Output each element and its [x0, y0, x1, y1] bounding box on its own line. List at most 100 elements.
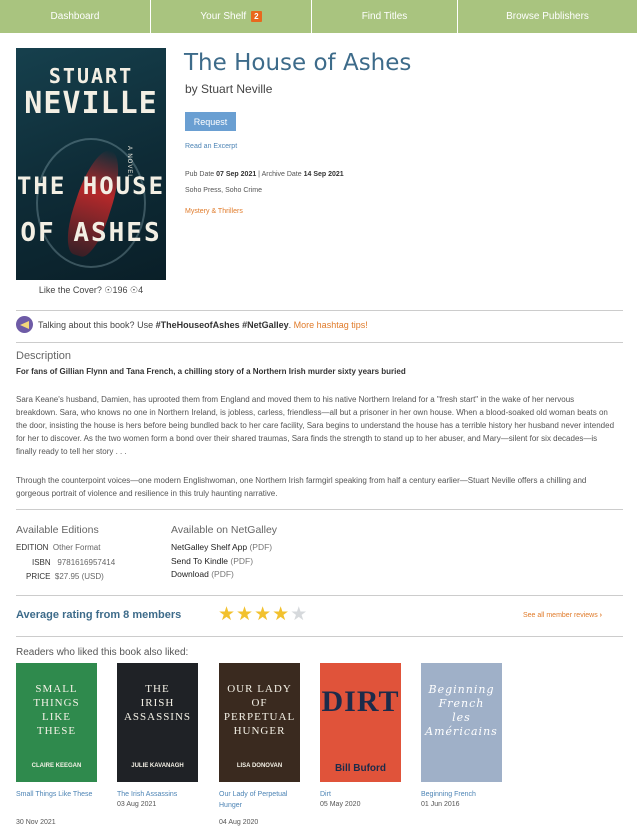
- read-excerpt-link[interactable]: Read an Excerpt: [185, 143, 237, 150]
- isbn-row: ISBN 9781616957414: [32, 558, 115, 567]
- recommended-book-date: 01 Jun 2016: [421, 801, 460, 808]
- description-tagline: For fans of Gillian Flynn and Tana Frenc…: [16, 367, 406, 376]
- star-icon: ★: [254, 604, 272, 625]
- cover-author-first: STUART: [48, 64, 134, 88]
- divider: [16, 509, 623, 510]
- likes-down-count: 4: [138, 285, 144, 295]
- publisher-name: Soho Press, Soho Crime: [185, 187, 263, 194]
- kindle-format: (PDF): [230, 556, 254, 566]
- nav-find-titles-label: Find Titles: [361, 11, 408, 22]
- price-label: PRICE: [26, 572, 51, 581]
- divider: [16, 595, 623, 596]
- download-format: (PDF): [211, 569, 234, 579]
- recommended-cover-text: OF: [251, 697, 268, 709]
- nav-your-shelf[interactable]: Your Shelf 2: [151, 0, 312, 33]
- isbn-label: ISBN: [32, 558, 51, 567]
- nav-dashboard[interactable]: Dashboard: [0, 0, 151, 33]
- publication-dates: Pub Date 07 Sep 2021 | Archive Date 14 S…: [185, 171, 344, 178]
- recommended-cover-text: les: [452, 711, 471, 724]
- description-paragraph-2: Through the counterpoint voices—one mode…: [16, 476, 587, 498]
- nav-browse-publishers-label: Browse Publishers: [506, 11, 589, 22]
- category-link[interactable]: Mystery & Thrillers: [185, 208, 243, 215]
- recommended-book-cover[interactable]: OUR LADY OF PERPETUAL HUNGER LISA DONOVAN: [219, 663, 300, 782]
- recommended-cover-text: French: [438, 697, 485, 710]
- recommended-cover-text: OUR LADY: [227, 683, 292, 695]
- cover-title-line2: OF ASHES: [20, 218, 162, 248]
- see-all-label: See all member reviews: [523, 612, 598, 619]
- recommended-book-cover[interactable]: DIRT Bill Buford: [320, 663, 401, 782]
- isbn-value: 9781616957414: [57, 558, 116, 567]
- recommended-book-date: 05 May 2020: [320, 801, 361, 808]
- megaphone-icon: [16, 316, 33, 333]
- divider: [16, 636, 623, 637]
- recommended-cover-text: THINGS: [33, 697, 80, 709]
- recommended-cover-text: SMALL: [35, 683, 78, 695]
- see-all-reviews-link[interactable]: See all member reviews ›: [523, 612, 602, 619]
- recommended-cover-text: LIKE: [41, 711, 72, 723]
- edition-label: EDITION: [16, 543, 49, 552]
- top-nav: Dashboard Your Shelf 2 Find Titles Browse…: [0, 0, 637, 33]
- recommended-book-cover[interactable]: THE IRISH ASSASSINS JULIE KAVANAGH: [117, 663, 198, 782]
- recommended-cover-text: DIRT: [321, 685, 400, 718]
- hashtag-tips-link[interactable]: More hashtag tips!: [294, 320, 368, 330]
- like-cover-bar: Like the Cover? ☉196 ☉4: [16, 285, 166, 296]
- archive-date-label: Archive Date: [261, 171, 302, 178]
- recommended-cover-text: IRISH: [140, 697, 175, 709]
- description-heading: Description: [16, 350, 72, 362]
- nav-browse-publishers[interactable]: Browse Publishers: [458, 0, 637, 33]
- request-button[interactable]: Request: [185, 112, 236, 131]
- recommended-cover-author: CLAIRE KEEGAN: [31, 763, 82, 769]
- recommended-cover-author: LISA DONOVAN: [236, 763, 283, 769]
- recommended-cover-text: Américains: [425, 725, 498, 738]
- pub-date-label: Pub Date: [185, 171, 215, 178]
- pub-date-value: 07 Sep 2021: [216, 171, 257, 178]
- kindle-label: Send To Kindle: [171, 556, 229, 566]
- thumbs-up-icon[interactable]: ☉: [104, 285, 112, 295]
- thumbs-down-icon[interactable]: ☉: [130, 285, 138, 295]
- recommended-book-cover[interactable]: SMALL THINGS LIKE THESE CLAIRE KEEGAN: [16, 663, 97, 782]
- recommended-book-date: 03 Aug 2021: [117, 801, 157, 808]
- recommended-cover-author: JULIE KAVANAGH: [131, 763, 184, 769]
- download-link[interactable]: Download (PDF): [171, 569, 234, 579]
- netgalley-shelf-app-link[interactable]: NetGalley Shelf App (PDF): [171, 542, 272, 552]
- average-rating-label: Average rating from 8 members: [16, 609, 182, 621]
- send-to-kindle-link[interactable]: Send To Kindle (PDF): [171, 556, 253, 566]
- hashtag-prompt: Talking about this book? Use #TheHouseof…: [38, 320, 368, 330]
- netgalley-heading: Available on NetGalley: [171, 524, 278, 536]
- shelf-app-label: NetGalley Shelf App: [171, 542, 248, 552]
- recommended-book-title[interactable]: Small Things Like These: [16, 789, 106, 800]
- hashtag-prefix: Talking about this book? Use: [38, 320, 154, 330]
- shelf-app-format: (PDF): [249, 542, 273, 552]
- recommended-book-title[interactable]: Beginning French: [421, 789, 511, 800]
- star-icon: ★: [236, 604, 254, 625]
- edition-row: EDITION Other Format: [16, 543, 100, 552]
- recommended-cover-text: PERPETUAL: [223, 711, 296, 723]
- recommended-book-title[interactable]: Dirt: [320, 789, 410, 800]
- divider: [16, 342, 623, 343]
- recommended-heading: Readers who liked this book also liked:: [16, 647, 189, 658]
- likes-up-count: 196: [112, 285, 128, 295]
- recommended-book-title[interactable]: The Irish Assassins: [117, 789, 207, 800]
- download-label: Download: [171, 569, 209, 579]
- archive-date-value: 14 Sep 2021: [303, 171, 344, 178]
- star-icon: ★: [218, 604, 236, 625]
- recommended-book-cover[interactable]: Beginning French les Américains: [421, 663, 502, 782]
- editions-heading: Available Editions: [16, 524, 99, 536]
- shelf-count-badge: 2: [251, 11, 262, 22]
- nav-your-shelf-label: Your Shelf: [200, 11, 247, 22]
- price-value: $27.95 (USD): [54, 572, 104, 581]
- cover-author-last: NEVILLE: [24, 86, 158, 121]
- book-cover: STUART NEVILLE A NOVEL THE HOUSE OF ASHE…: [16, 48, 166, 280]
- chevron-right-icon: ›: [599, 612, 602, 619]
- nav-find-titles[interactable]: Find Titles: [312, 0, 458, 33]
- recommended-cover-author: Bill Buford: [334, 763, 387, 774]
- star-icon: ★: [290, 604, 308, 625]
- recommended-cover-text: ASSASSINS: [123, 711, 192, 723]
- recommended-cover-text: HUNGER: [233, 725, 286, 737]
- description-paragraph-1: Sara Keane's husband, Damien, has uproot…: [16, 395, 615, 456]
- recommended-cover-text: Beginning: [428, 683, 495, 696]
- like-cover-label: Like the Cover?: [38, 285, 102, 295]
- recommended-book-date: 04 Aug 2020: [219, 819, 259, 826]
- recommended-book-title[interactable]: Our Lady of Perpetual Hunger: [219, 789, 309, 811]
- recommended-cover-text: THESE: [36, 725, 77, 737]
